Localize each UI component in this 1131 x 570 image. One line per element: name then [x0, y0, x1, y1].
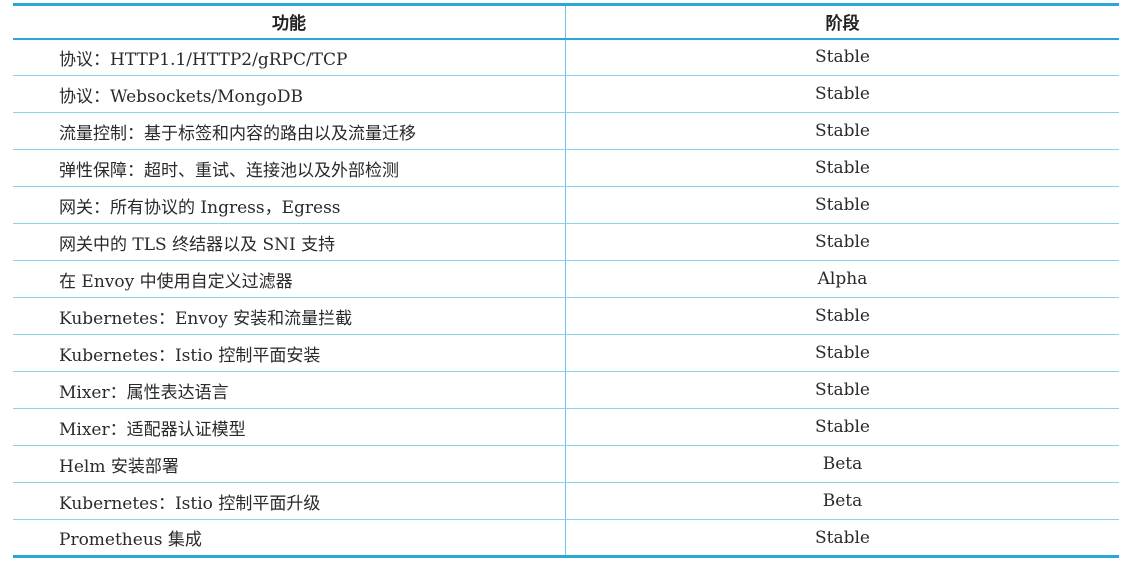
table-body: 协议：HTTP1.1/HTTP2/gRPC/TCP Stable 协议：Webs…	[13, 38, 1119, 558]
table-row: Helm 安装部署 Beta	[13, 445, 1119, 483]
feature-cell: Mixer：适配器认证模型	[13, 408, 566, 446]
stage-cell: Stable	[565, 112, 1119, 150]
stage-cell: Stable	[565, 38, 1119, 76]
feature-cell: Kubernetes：Istio 控制平面升级	[13, 482, 566, 520]
header-row: 功能 阶段	[13, 3, 1119, 40]
table-row: Kubernetes：Istio 控制平面安装 Stable	[13, 334, 1119, 372]
stage-cell: Beta	[565, 482, 1119, 520]
table-row: 弹性保障：超时、重试、连接池以及外部检测 Stable	[13, 149, 1119, 187]
feature-stage-table: 功能 阶段 协议：HTTP1.1/HTTP2/gRPC/TCP Stable 协…	[13, 3, 1119, 558]
feature-cell: 弹性保障：超时、重试、连接池以及外部检测	[13, 149, 566, 187]
table-row: Mixer：适配器认证模型 Stable	[13, 408, 1119, 446]
feature-cell: Kubernetes：Envoy 安装和流量拦截	[13, 297, 566, 335]
feature-cell: 流量控制：基于标签和内容的路由以及流量迁移	[13, 112, 566, 150]
table-row: 在 Envoy 中使用自定义过滤器 Alpha	[13, 260, 1119, 298]
stage-cell: Beta	[565, 445, 1119, 483]
stage-cell: Stable	[565, 223, 1119, 261]
feature-cell: Helm 安装部署	[13, 445, 566, 483]
stage-cell: Stable	[565, 297, 1119, 335]
stage-cell: Stable	[565, 371, 1119, 409]
table-row: Prometheus 集成 Stable	[13, 519, 1119, 558]
table-row: 协议：HTTP1.1/HTTP2/gRPC/TCP Stable	[13, 38, 1119, 76]
table-row: Mixer：属性表达语言 Stable	[13, 371, 1119, 409]
table-row: 网关：所有协议的 Ingress，Egress Stable	[13, 186, 1119, 224]
table-row: 网关中的 TLS 终结器以及 SNI 支持 Stable	[13, 223, 1119, 261]
header-stage: 阶段	[565, 3, 1119, 40]
table-row: Kubernetes：Envoy 安装和流量拦截 Stable	[13, 297, 1119, 335]
table-row: 流量控制：基于标签和内容的路由以及流量迁移 Stable	[13, 112, 1119, 150]
table-row: 协议：Websockets/MongoDB Stable	[13, 75, 1119, 113]
feature-stage-table-container: 功能 阶段 协议：HTTP1.1/HTTP2/gRPC/TCP Stable 协…	[13, 3, 1119, 558]
stage-cell: Stable	[565, 334, 1119, 372]
feature-cell: 协议：Websockets/MongoDB	[13, 75, 566, 113]
stage-cell: Alpha	[565, 260, 1119, 298]
stage-cell: Stable	[565, 519, 1119, 558]
feature-cell: 协议：HTTP1.1/HTTP2/gRPC/TCP	[13, 38, 566, 76]
stage-cell: Stable	[565, 149, 1119, 187]
feature-cell: 网关中的 TLS 终结器以及 SNI 支持	[13, 223, 566, 261]
feature-cell: Mixer：属性表达语言	[13, 371, 566, 409]
feature-cell: Kubernetes：Istio 控制平面安装	[13, 334, 566, 372]
feature-cell: 在 Envoy 中使用自定义过滤器	[13, 260, 566, 298]
header-feature: 功能	[13, 3, 566, 40]
table-row: Kubernetes：Istio 控制平面升级 Beta	[13, 482, 1119, 520]
feature-cell: Prometheus 集成	[13, 519, 566, 558]
feature-cell: 网关：所有协议的 Ingress，Egress	[13, 186, 566, 224]
stage-cell: Stable	[565, 186, 1119, 224]
stage-cell: Stable	[565, 408, 1119, 446]
table-header: 功能 阶段	[13, 3, 1119, 40]
stage-cell: Stable	[565, 75, 1119, 113]
